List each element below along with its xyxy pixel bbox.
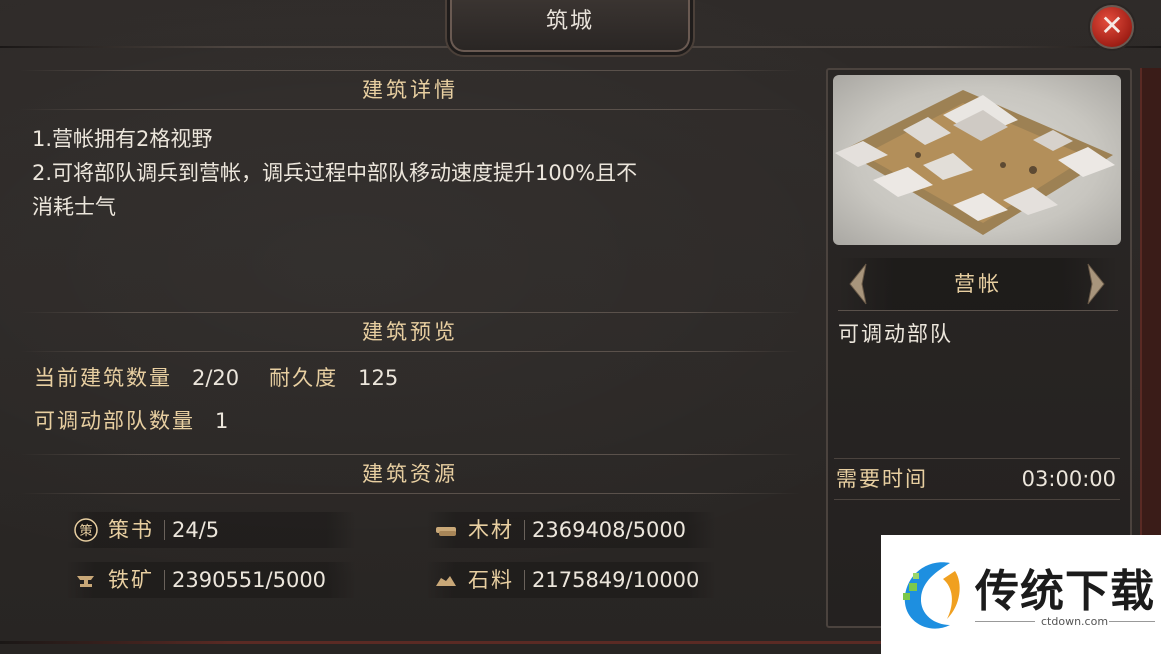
resource-name: 策书 xyxy=(108,518,154,542)
building-name: 营帐 xyxy=(954,272,1002,296)
building-description: 1.营帐拥有2格视野 2.可将部队调兵到营帐，调兵过程中部队移动速度提升100%… xyxy=(32,122,812,224)
building-effect: 可调动部队 xyxy=(838,322,953,346)
book-seal-icon: 策 xyxy=(74,518,98,542)
details-header: 建筑详情 xyxy=(20,70,800,110)
close-button[interactable]: ✕ xyxy=(1090,5,1134,49)
preview-header: 建筑预览 xyxy=(20,312,800,352)
book-seal-glyph: 策 xyxy=(79,523,92,539)
building-selector: 营帐 xyxy=(838,258,1118,311)
description-line: 1.营帐拥有2格视野 xyxy=(32,127,213,151)
durability-value: 125 xyxy=(358,366,399,390)
build-time-row: 需要时间 03:00:00 xyxy=(834,458,1120,500)
troops-count-row: 可调动部队数量 1 xyxy=(34,405,258,435)
wood-icon xyxy=(436,527,456,536)
window-title: 筑城 xyxy=(450,0,690,52)
resource-item-stone: 石料 2175849/10000 xyxy=(426,562,716,598)
resource-value: 2390551/5000 xyxy=(172,568,327,592)
resource-value: 2175849/10000 xyxy=(532,568,700,592)
watermark-text: 传统下载 xyxy=(975,566,1155,617)
camp-illustration xyxy=(835,90,1115,235)
building-count-label: 当前建筑数量 xyxy=(34,366,172,390)
build-time-value: 03:00:00 xyxy=(1021,467,1116,491)
watermark-url: ctdown.com xyxy=(1041,615,1109,628)
stone-icon xyxy=(436,576,456,586)
building-count-value: 2/20 xyxy=(192,366,240,390)
resource-item-iron: 铁矿 2390551/5000 xyxy=(66,562,356,598)
resource-name: 木材 xyxy=(468,518,514,542)
description-line: 消耗士气 xyxy=(32,195,116,219)
resources-header: 建筑资源 xyxy=(20,454,800,494)
resource-item-wood: 木材 2369408/5000 xyxy=(426,512,716,548)
resource-value: 24/5 xyxy=(172,518,220,542)
durability-label: 耐久度 xyxy=(269,366,339,390)
resource-name: 铁矿 xyxy=(108,568,154,592)
close-icon: ✕ xyxy=(1100,9,1124,42)
troops-count-label: 可调动部队数量 xyxy=(34,409,195,433)
description-line: 2.可将部队调兵到营帐，调兵过程中部队移动速度提升100%且不 xyxy=(32,161,638,185)
resource-item-book: 策 策书 24/5 xyxy=(66,512,356,548)
build-time-label: 需要时间 xyxy=(836,467,928,491)
watermark-logo xyxy=(903,562,960,629)
building-count-row: 当前建筑数量 2/20 耐久度 125 xyxy=(34,362,428,392)
anvil-icon xyxy=(77,576,94,587)
building-image xyxy=(833,75,1121,245)
troops-count-value: 1 xyxy=(215,409,229,433)
chevron-right-icon[interactable] xyxy=(1082,262,1110,306)
resource-name: 石料 xyxy=(468,568,514,592)
resource-value: 2369408/5000 xyxy=(532,518,687,542)
watermark: 传统下载 ctdown.com xyxy=(881,535,1161,654)
